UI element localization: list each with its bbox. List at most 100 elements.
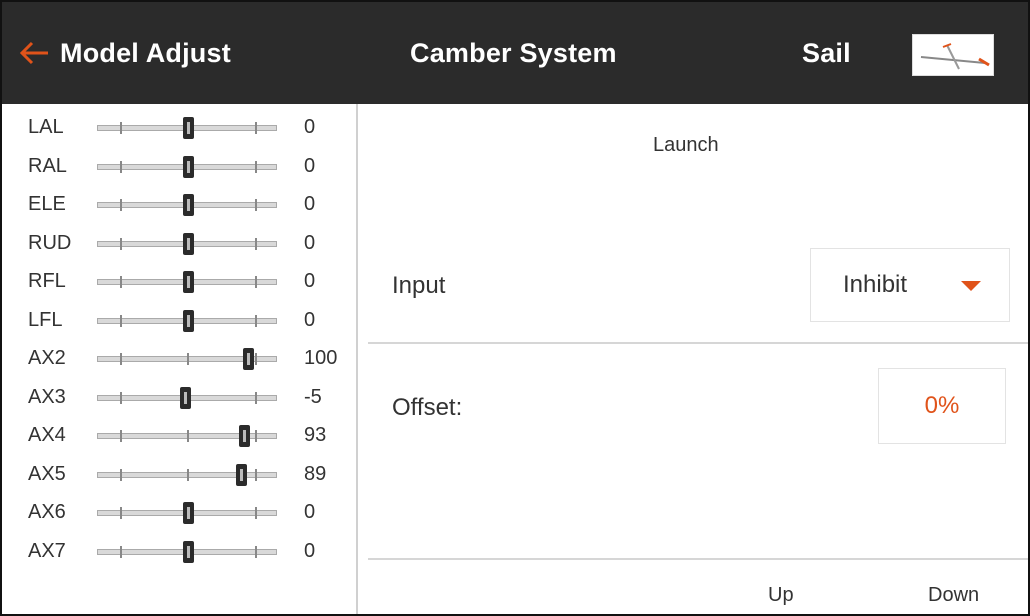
divider-bottom	[368, 558, 1028, 560]
bar-tick	[119, 507, 122, 519]
channel-row: RUD 0	[2, 224, 356, 262]
channel-bar	[97, 463, 277, 486]
channel-bar	[97, 386, 277, 409]
model-thumbnail[interactable]	[912, 34, 994, 76]
back-arrow-icon	[19, 41, 48, 65]
column-header-up: Up	[768, 584, 794, 606]
bar-tick	[119, 199, 122, 211]
bar-tick	[254, 545, 257, 558]
bar-tick	[119, 122, 122, 134]
header-bar: Model Adjust Camber System Sail	[2, 2, 1028, 104]
channel-knob	[236, 463, 248, 486]
channel-value: 0	[304, 308, 316, 331]
channel-name: AX5	[28, 462, 66, 485]
bar-tick	[119, 276, 122, 288]
channel-bar	[97, 271, 277, 293]
channel-row: AX6 0	[2, 493, 356, 531]
channel-row: RFL 0	[2, 262, 356, 300]
channel-value: 89	[304, 462, 327, 485]
channel-knob	[183, 194, 194, 216]
channel-bar	[97, 502, 277, 524]
channel-bar	[97, 309, 277, 332]
channel-name: RAL	[28, 154, 67, 177]
channel-row: AX5 89	[2, 455, 356, 493]
channel-value: 0	[304, 231, 316, 254]
channel-knob	[183, 155, 194, 178]
channel-name: AX2	[28, 347, 66, 369]
channel-value: 0	[304, 270, 316, 292]
bar-tick	[119, 545, 122, 558]
bar-tick	[119, 160, 122, 173]
channel-name: LAL	[28, 116, 64, 138]
channel-knob	[183, 502, 194, 524]
channel-row: AX2 100	[2, 339, 356, 377]
channel-bar	[97, 232, 277, 255]
channel-row: AX4 93	[2, 416, 356, 454]
bar-tick	[254, 160, 257, 173]
channel-knob	[183, 309, 194, 332]
channel-row: LFL 0	[2, 301, 356, 339]
channel-name: RFL	[28, 270, 66, 292]
input-dropdown-value: Inhibit	[843, 271, 908, 298]
channel-knob	[183, 117, 194, 139]
screen: Model Adjust Camber System Sail LAL 0 RAL 0…	[0, 0, 1030, 616]
bar-tick	[119, 468, 122, 481]
bar-tick	[254, 430, 257, 442]
offset-value: 0%	[924, 392, 960, 419]
bar-tick	[254, 122, 257, 134]
bar-tick	[254, 391, 257, 404]
channel-value: 0	[304, 539, 316, 562]
flight-mode-label: Launch	[653, 134, 719, 156]
channel-row: LAL 0	[2, 108, 356, 146]
divider-top	[368, 342, 1028, 344]
main-panel: Launch Input Inhibit Offset: 0% Up Down	[358, 104, 1028, 614]
channel-row: ELE 0	[2, 185, 356, 223]
channel-name: AX6	[28, 501, 66, 523]
channel-name: ELE	[28, 193, 66, 215]
channel-row: AX3 -5	[2, 378, 356, 416]
bar-tick	[254, 468, 257, 481]
bar-tick	[119, 314, 122, 327]
channel-value: 0	[304, 501, 316, 523]
bar-tick	[254, 353, 257, 365]
channel-value: 0	[304, 193, 316, 215]
bar-tick	[187, 353, 189, 365]
bar-tick	[254, 199, 257, 211]
screen-title: Camber System	[410, 2, 617, 104]
bar-tick	[119, 430, 122, 442]
glider-icon	[920, 43, 990, 70]
bar-tick	[119, 237, 122, 250]
channel-bar	[97, 348, 277, 370]
bar-tick	[254, 237, 257, 250]
channel-row: AX7 0	[2, 532, 356, 570]
bar-tick	[254, 507, 257, 519]
channel-bar	[97, 117, 277, 139]
input-dropdown[interactable]: Inhibit	[810, 248, 1010, 322]
channel-value: 93	[304, 424, 327, 446]
bar-tick	[254, 276, 257, 288]
offset-value-box[interactable]: 0%	[878, 368, 1006, 444]
channel-name: AX4	[28, 424, 66, 446]
bar-tick	[119, 353, 122, 365]
channel-value: 0	[304, 154, 316, 177]
bar-tick	[119, 391, 122, 404]
bar-tick	[187, 468, 189, 481]
channel-row: RAL 0	[2, 147, 356, 185]
bar-tick	[254, 314, 257, 327]
channel-name: AX3	[28, 385, 66, 408]
channel-name: AX7	[28, 539, 66, 562]
channel-knob	[180, 386, 191, 409]
channel-knob	[183, 271, 194, 293]
channel-knob	[183, 232, 194, 255]
channel-value: 100	[304, 347, 338, 369]
back-button[interactable]: Model Adjust	[18, 2, 231, 104]
offset-label: Offset:	[392, 394, 463, 421]
model-name-text: Sail	[802, 37, 851, 68]
channel-value: -5	[304, 385, 322, 408]
column-header-down: Down	[928, 584, 980, 606]
channel-knob	[243, 348, 254, 370]
channel-bar	[97, 194, 277, 216]
dropdown-caret-icon	[961, 281, 981, 291]
channel-value: 0	[304, 116, 316, 138]
channel-bar	[97, 155, 277, 178]
